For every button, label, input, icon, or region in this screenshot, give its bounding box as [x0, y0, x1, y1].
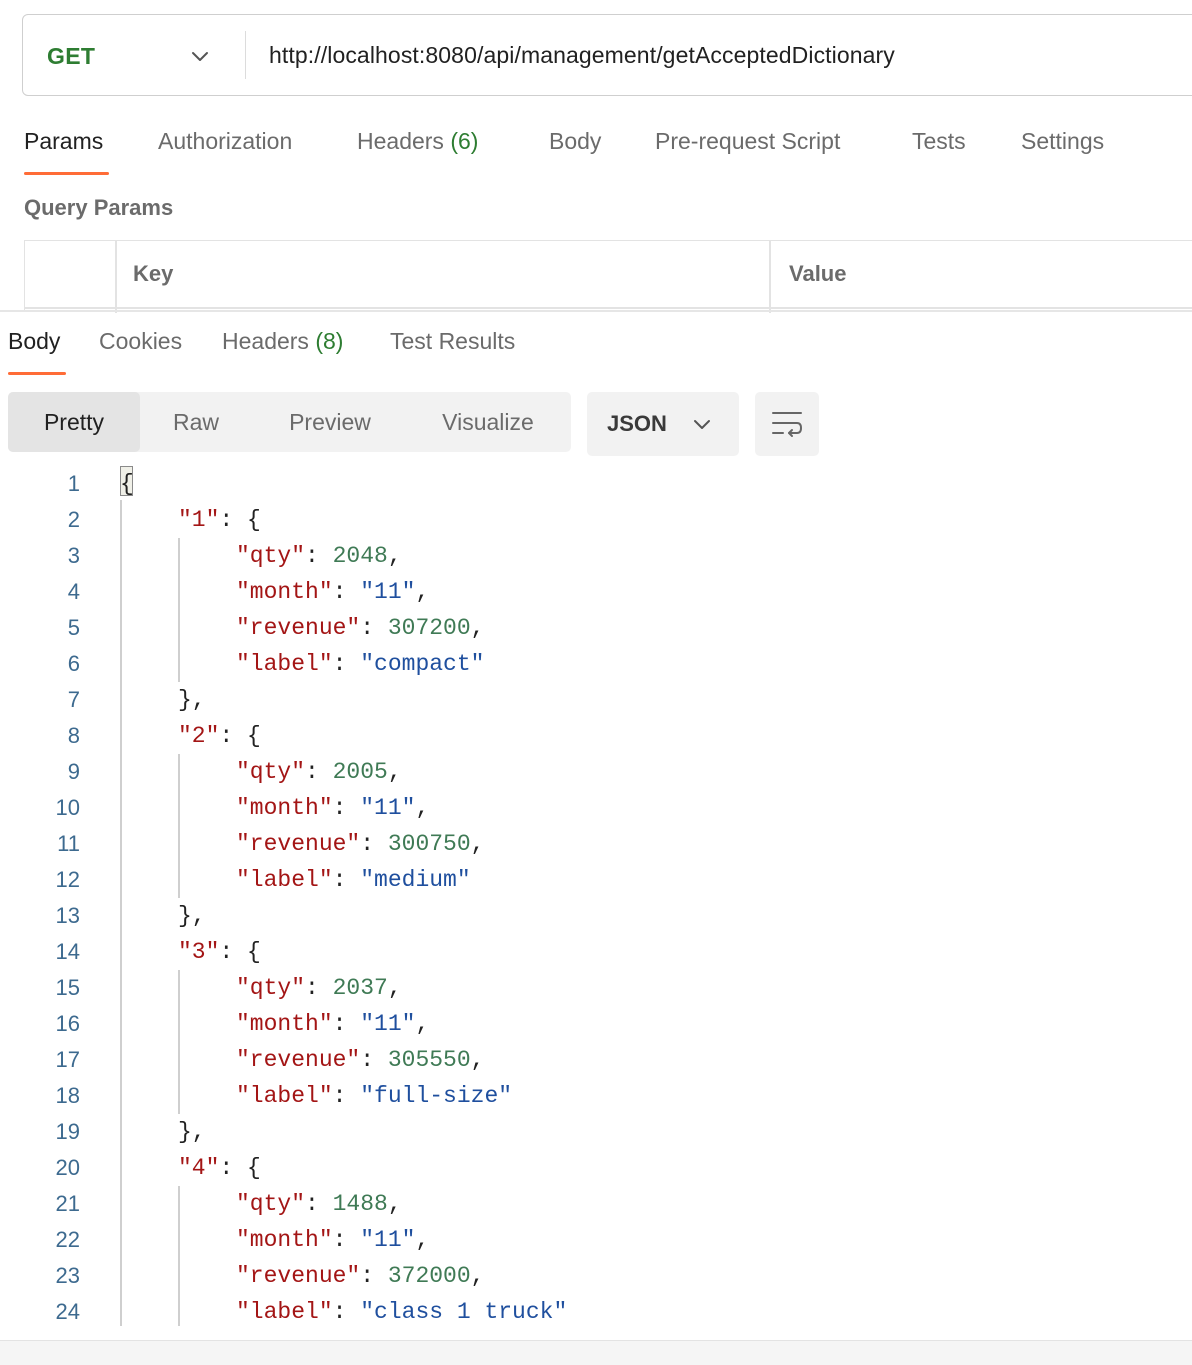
- pane-resize-handle[interactable]: [0, 310, 1192, 312]
- tab-pre-request-script[interactable]: Pre-request Script: [655, 128, 840, 155]
- line-number: 20: [55, 1155, 80, 1180]
- code-line: },: [178, 903, 206, 929]
- query-params-title: Query Params: [24, 195, 174, 220]
- line-number: 23: [55, 1263, 80, 1288]
- status-bar: [0, 1340, 1192, 1365]
- request-bar: GET http://localhost:8080/api/management…: [22, 14, 1192, 96]
- code-line: "qty": 2048,: [236, 543, 402, 569]
- code-line: "3": {: [178, 939, 261, 965]
- code-line: "2": {: [178, 723, 261, 749]
- code-line: },: [178, 1119, 206, 1145]
- code-line: },: [178, 687, 206, 713]
- code-line: "month": "11",: [236, 1227, 430, 1253]
- tab-tests[interactable]: Tests: [912, 128, 966, 155]
- chevron-down-icon[interactable]: [189, 45, 211, 67]
- code-line: "qty": 2037,: [236, 975, 402, 1001]
- line-number: 12: [55, 867, 80, 892]
- code-line: "month": "11",: [236, 579, 430, 605]
- indent-guide-object: [178, 538, 180, 682]
- code-line: "label": "compact": [236, 651, 485, 677]
- chevron-down-icon: [694, 420, 710, 429]
- tab-cookies[interactable]: Cookies: [99, 328, 182, 355]
- tab-headers[interactable]: Headers (6): [357, 128, 478, 155]
- code-line: "revenue": 300750,: [236, 831, 485, 857]
- code-line: "revenue": 305550,: [236, 1047, 485, 1073]
- line-number: 3: [67, 543, 80, 568]
- format-select[interactable]: JSON: [587, 392, 739, 456]
- line-number: 10: [55, 795, 80, 820]
- code-line: "month": "11",: [236, 1011, 430, 1037]
- code-line: "1": {: [178, 507, 261, 533]
- line-number: 14: [55, 939, 80, 964]
- tab-response-headers[interactable]: Headers (8): [222, 328, 343, 355]
- line-number: 1: [67, 471, 80, 496]
- code-line: {: [120, 471, 134, 497]
- tab-response-body[interactable]: Body: [8, 328, 60, 355]
- tab-authorization[interactable]: Authorization: [158, 128, 292, 155]
- pretty-button[interactable]: Pretty: [8, 392, 140, 452]
- tab-headers-label: Headers: [357, 128, 444, 154]
- format-label: JSON: [607, 411, 667, 436]
- line-number: 13: [55, 903, 80, 928]
- line-number: 16: [55, 1011, 80, 1036]
- active-tab-indicator: [24, 172, 109, 175]
- wrap-lines-icon: [772, 412, 803, 437]
- headers-count-badge: (6): [450, 128, 479, 154]
- line-number: 18: [55, 1083, 80, 1108]
- view-mode-group: Pretty Raw Preview Visualize: [8, 392, 571, 452]
- key-column-header: Key: [133, 261, 174, 286]
- line-number: 2: [67, 507, 80, 532]
- line-number: 6: [67, 651, 80, 676]
- preview-button[interactable]: Preview: [262, 392, 398, 452]
- line-number: 8: [67, 723, 80, 748]
- code-line: "revenue": 372000,: [236, 1263, 485, 1289]
- indent-guide-object: [178, 970, 180, 1114]
- line-number: 11: [57, 831, 80, 856]
- line-number: 21: [55, 1191, 80, 1216]
- tab-settings[interactable]: Settings: [1021, 128, 1104, 155]
- indent-guide-object: [178, 1186, 180, 1326]
- column-divider: [115, 241, 117, 313]
- line-number: 15: [55, 975, 80, 1000]
- value-column-header: Value: [789, 261, 847, 286]
- wrap-lines-button[interactable]: [755, 392, 819, 456]
- line-number: 9: [67, 759, 80, 784]
- code-line: "month": "11",: [236, 795, 430, 821]
- visualize-button[interactable]: Visualize: [420, 392, 556, 452]
- indent-guide-root: [120, 500, 122, 1326]
- line-number: 17: [55, 1047, 80, 1072]
- method-divider: [245, 31, 246, 79]
- query-params-table: Key Value: [24, 240, 1192, 313]
- code-line: "label": "medium": [236, 867, 471, 893]
- tab-body[interactable]: Body: [549, 128, 601, 155]
- raw-button[interactable]: Raw: [140, 392, 252, 452]
- line-number: 19: [55, 1119, 80, 1144]
- column-divider: [769, 241, 771, 313]
- active-response-tab-indicator: [8, 372, 66, 375]
- tab-params[interactable]: Params: [24, 128, 103, 155]
- code-line: "label": "class 1 truck": [236, 1299, 568, 1325]
- row-divider: [25, 307, 1192, 309]
- method-select[interactable]: GET: [47, 15, 95, 97]
- response-code-editor[interactable]: 1 {2 "1": { 3 "qty": 2048, 4 "month": "11", 5 "r…: [0, 464, 1192, 1326]
- indent-guide-object: [178, 754, 180, 898]
- line-number: 24: [55, 1299, 80, 1324]
- code-line: "4": {: [178, 1155, 261, 1181]
- line-number: 4: [67, 579, 80, 604]
- url-input[interactable]: http://localhost:8080/api/management/get…: [269, 15, 895, 97]
- response-headers-count-badge: (8): [315, 328, 344, 354]
- line-number: 7: [67, 687, 80, 712]
- code-line: "qty": 2005,: [236, 759, 402, 785]
- line-number: 22: [55, 1227, 80, 1252]
- line-number: 5: [67, 615, 80, 640]
- code-line: "qty": 1488,: [236, 1191, 402, 1217]
- tab-test-results[interactable]: Test Results: [390, 328, 515, 355]
- code-line: "revenue": 307200,: [236, 615, 485, 641]
- tab-response-headers-label: Headers: [222, 328, 309, 354]
